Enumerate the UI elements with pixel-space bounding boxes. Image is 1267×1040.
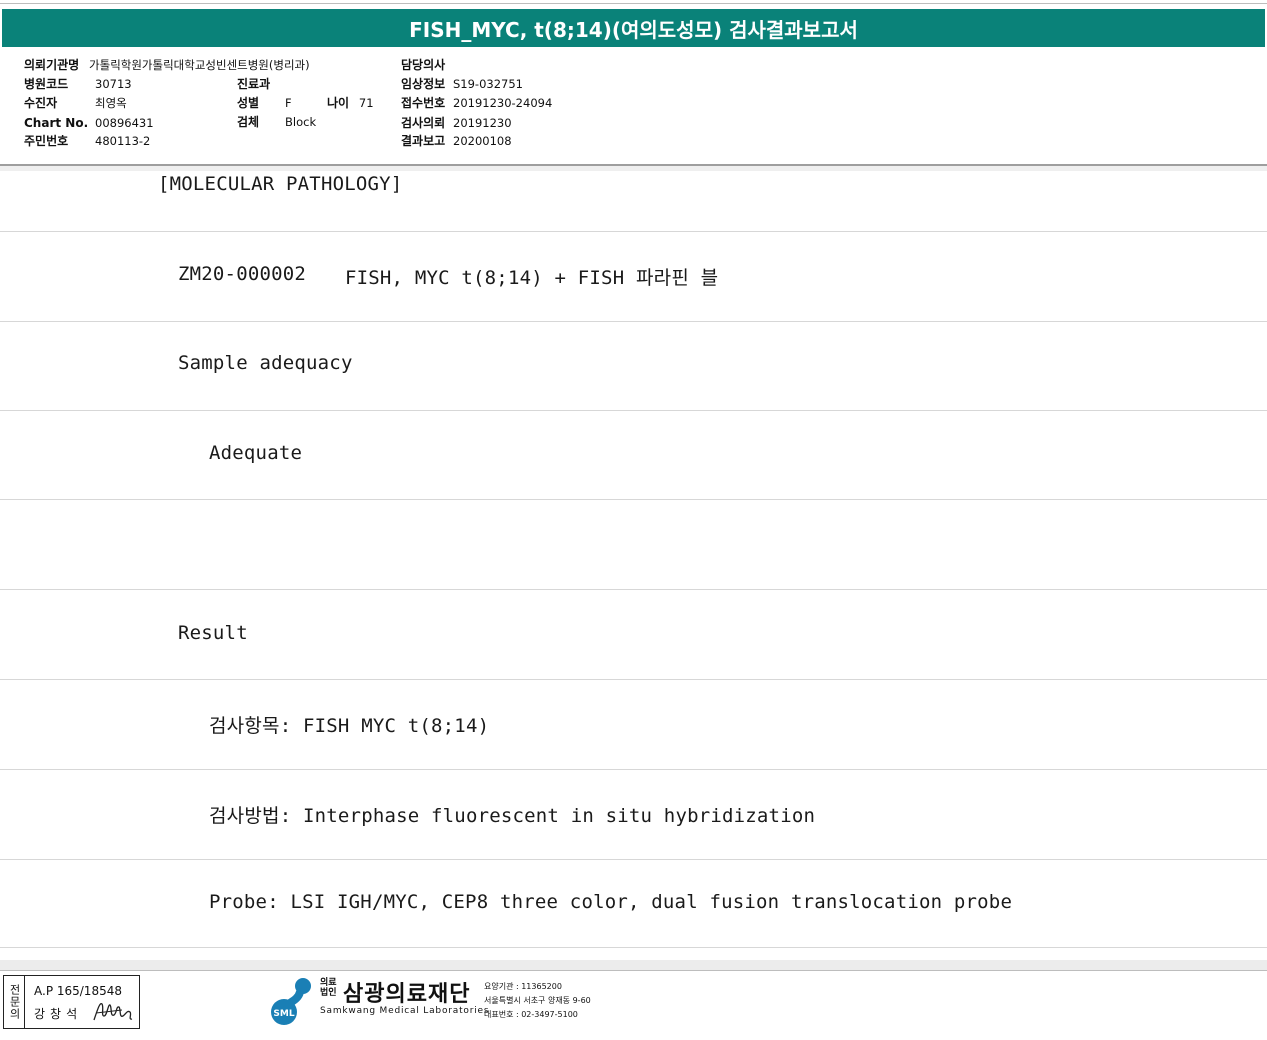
resident-no-value: 480113-2 — [95, 134, 150, 148]
row-divider — [0, 947, 1267, 948]
row-divider — [0, 321, 1267, 322]
org-address: 서울특별시 서초구 양재동 9-60 — [484, 996, 591, 1005]
test-request-field: 검사의뢰 20191230 — [401, 116, 512, 130]
report-title: FISH_MYC, t(8;14)(여의도성모) 검사결과보고서 — [2, 9, 1265, 47]
org-prefix: 의료법인 — [320, 978, 337, 998]
doctor-field: 담당의사 — [401, 58, 445, 72]
requesting-institution-field: 의뢰기관명 가톨릭학원가톨릭대학교성빈센트병원(병리과) — [24, 58, 310, 72]
specialist-label: 전문의 — [4, 976, 25, 1028]
footer-divider — [0, 970, 1267, 971]
field-label: 진료과 — [237, 77, 271, 91]
org-contact-info: 요양기관 : 11365200 서울특별시 서초구 양재동 9-60 대표번호 … — [484, 980, 591, 1022]
row-divider — [0, 859, 1267, 860]
report-page: FISH_MYC, t(8;14)(여의도성모) 검사결과보고서 의뢰기관명 가… — [0, 0, 1267, 1040]
footer-band — [0, 960, 1267, 970]
field-label: 담당의사 — [401, 58, 446, 72]
row-divider — [0, 499, 1267, 500]
patient-info-panel: 의뢰기관명 가톨릭학원가톨릭대학교성빈센트병원(병리과) 병원코드 30713 … — [0, 54, 1267, 164]
test-item-line: 검사항목: FISH MYC t(8;14) — [209, 715, 490, 737]
field-value: 00896431 — [95, 116, 154, 130]
signature-image — [93, 1002, 133, 1021]
patient-field: 수진자 — [24, 96, 57, 110]
hospital-code-value: 30713 — [95, 77, 132, 91]
sample-adequacy-heading: Sample adequacy — [178, 352, 353, 374]
header-band — [0, 166, 1267, 171]
clinical-info-field: 임상정보 S19-032751 — [401, 77, 523, 91]
field-label: 의뢰기관명 — [24, 58, 80, 72]
sex-value: F — [285, 96, 292, 110]
result-heading: Result — [178, 622, 248, 644]
physician-signature-box: 전문의 A.P 165/18548 강창석 — [3, 975, 140, 1029]
receipt-no-field: 접수번호 20191230-24094 — [401, 96, 552, 110]
specimen-field: 검체 — [237, 115, 259, 129]
field-label: 검체 — [237, 115, 260, 129]
field-label: 성별 — [237, 96, 260, 110]
test-code: ZM20-000002 — [178, 263, 307, 285]
top-divider — [0, 3, 1267, 4]
logo-text: SML — [273, 1009, 294, 1019]
row-divider — [0, 410, 1267, 411]
field-label: 검사의뢰 — [401, 116, 446, 130]
field-value: 480113-2 — [95, 134, 151, 148]
field-value: 20191230-24094 — [453, 96, 553, 110]
sample-adequacy-value: Adequate — [209, 442, 303, 464]
field-label: 접수번호 — [401, 96, 446, 110]
result-report-field: 결과보고 20200108 — [401, 134, 512, 148]
resident-no-field: 주민번호 — [24, 134, 68, 148]
field-label: 나이 — [327, 96, 350, 110]
field-label: 병원코드 — [24, 77, 69, 91]
age-field: 나이 71 — [327, 96, 374, 110]
patient-value: 최영옥 — [95, 96, 127, 110]
org-phone: 대표번호 : 02-3497-5100 — [484, 1010, 578, 1019]
care-code: 요양기관 : 11365200 — [484, 982, 562, 991]
field-label: 임상정보 — [401, 77, 446, 91]
probe-line: Probe: LSI IGH/MYC, CEP8 three color, du… — [209, 891, 1013, 913]
field-value: S19-032751 — [453, 77, 523, 91]
org-english-name: Samkwang Medical Laboratories — [320, 1006, 490, 1016]
row-divider — [0, 231, 1267, 232]
sml-logo: SML 의료법인 삼광의료재단 Samkwang Medical Laborat… — [270, 976, 600, 1028]
field-label: 수진자 — [24, 96, 58, 110]
field-value: 최영옥 — [95, 96, 127, 110]
section-heading: [MOLECULAR PATHOLOGY] — [158, 173, 403, 195]
field-value: Block — [285, 115, 317, 129]
specimen-value: Block — [285, 115, 316, 129]
field-value: F — [285, 96, 292, 110]
row-divider — [0, 679, 1267, 680]
sex-field: 성별 — [237, 96, 259, 110]
sml-logo-mark: SML — [271, 978, 311, 1025]
field-value: 가톨릭학원가톨릭대학교성빈센트병원(병리과) — [89, 58, 310, 72]
field-value: 20191230 — [453, 116, 512, 130]
field-label: 결과보고 — [401, 134, 446, 148]
field-label: 주민번호 — [24, 134, 69, 148]
test-method-line: 검사방법: Interphase fluorescent in situ hyb… — [209, 805, 816, 827]
hospital-code-field: 병원코드 — [24, 77, 68, 91]
department-field: 진료과 — [237, 77, 270, 91]
field-value: 30713 — [95, 77, 132, 91]
field-value: 71 — [358, 96, 374, 110]
row-divider — [0, 769, 1267, 770]
org-name: 삼광의료재단 — [343, 982, 471, 1007]
field-value: 20200108 — [453, 134, 512, 148]
chart-no-value: 00896431 — [95, 116, 154, 130]
ap-number: A.P 165/18548 — [34, 984, 122, 998]
row-divider — [0, 589, 1267, 590]
chart-no-field: Chart No. — [24, 116, 88, 130]
physician-name: 강창석 — [34, 1007, 83, 1021]
test-name: FISH, MYC t(8;14) + FISH 파라핀 블 — [345, 267, 719, 289]
field-label: Chart No. — [24, 116, 89, 130]
